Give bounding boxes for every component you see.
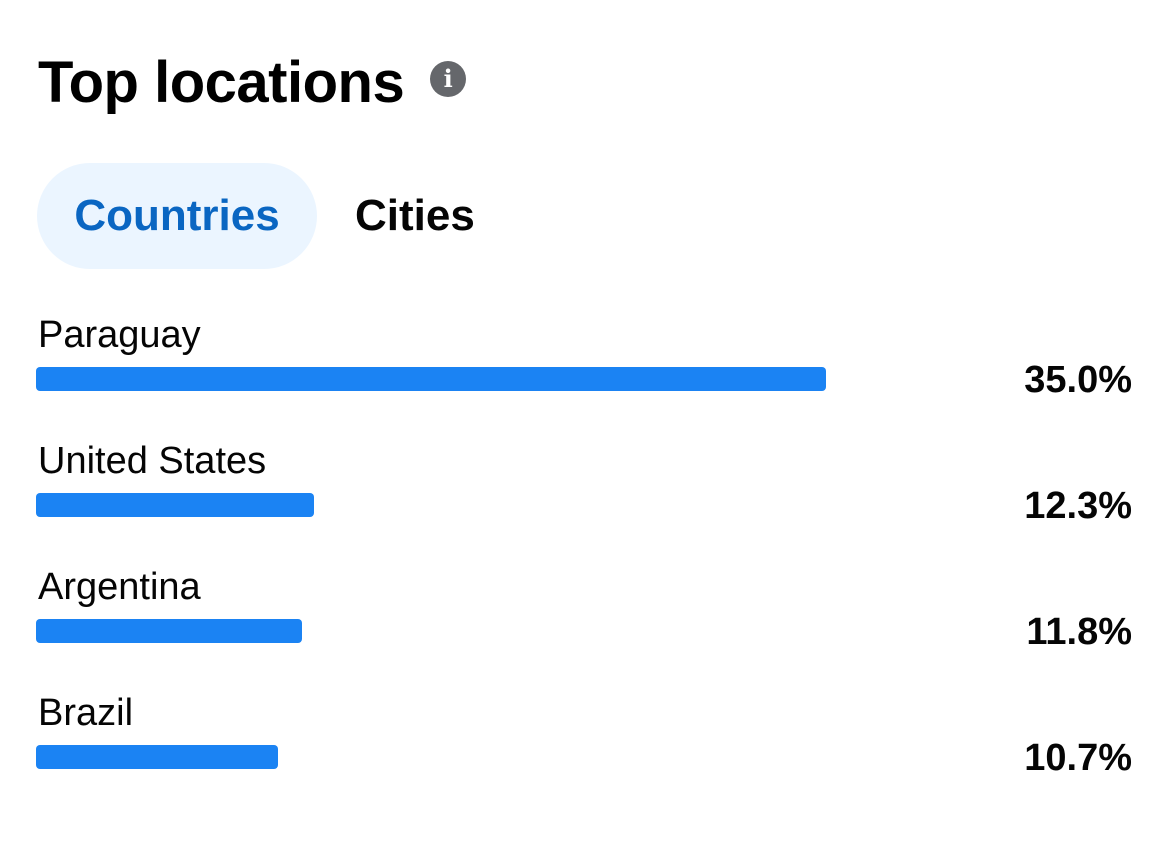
percent-bar [36,493,314,517]
location-percent: 35.0% [1024,359,1132,401]
location-row: Paraguay 35.0% [0,312,1170,422]
section-header: Top locations i [38,48,467,118]
location-row: United States 12.3% [0,438,1170,548]
location-row: Brazil 10.7% [0,690,1170,800]
bar-track [36,619,826,643]
tab-countries[interactable]: Countries [37,163,317,269]
location-name: United States [38,440,267,482]
section-title: Top locations [38,50,405,115]
bar-track [36,493,826,517]
location-percent: 12.3% [1024,485,1132,527]
location-name: Paraguay [38,314,201,356]
percent-bar [36,619,303,643]
info-icon[interactable]: i [430,61,467,97]
location-percent: 10.7% [1024,737,1132,779]
bar-track [36,367,826,391]
bar-track [36,745,826,769]
location-row: Argentina 11.8% [0,564,1170,674]
location-tabs: Countries Cities [37,163,513,269]
tab-cities[interactable]: Cities [317,163,513,269]
percent-bar [36,367,826,391]
location-name: Argentina [38,566,201,608]
percent-bar [36,745,278,769]
location-name: Brazil [38,692,134,734]
location-percent: 11.8% [1026,611,1132,653]
